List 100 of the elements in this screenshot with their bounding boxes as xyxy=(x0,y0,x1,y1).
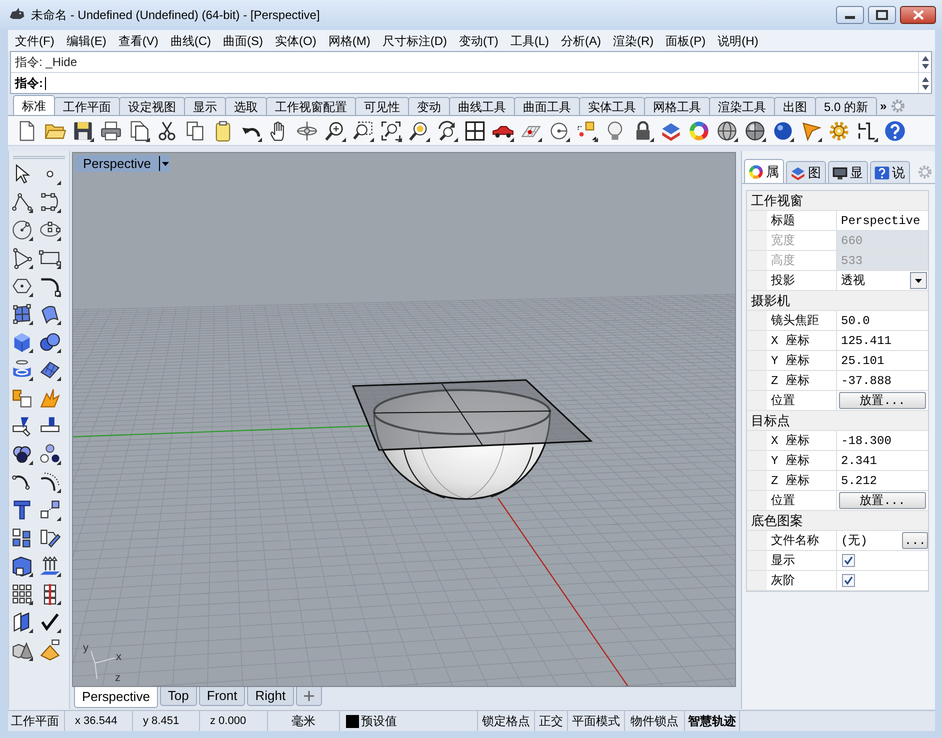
checkbox[interactable] xyxy=(842,554,855,567)
toolbar-tab[interactable]: 标准 xyxy=(13,95,55,115)
viewport-tab[interactable]: Perspective xyxy=(74,687,158,708)
magnifier-brackets-icon[interactable] xyxy=(380,120,402,142)
down-arrow-icon[interactable] xyxy=(922,64,928,68)
gear-icon[interactable] xyxy=(828,120,850,142)
triangle-points-icon[interactable] xyxy=(11,247,33,269)
menu-item[interactable]: 面板(P) xyxy=(666,32,706,50)
curved-surface-icon[interactable] xyxy=(39,303,61,325)
printer-icon[interactable] xyxy=(100,120,122,142)
checkbox[interactable] xyxy=(842,574,855,587)
panel-tab[interactable]: 属 xyxy=(744,159,784,183)
property-value[interactable]: 2.341 xyxy=(837,451,928,470)
circle-center-icon[interactable] xyxy=(11,219,33,241)
arrowhead-icon[interactable] xyxy=(800,120,822,142)
status-toggle[interactable]: 锁定格点 xyxy=(478,711,535,731)
menu-item[interactable]: 分析(A) xyxy=(561,32,601,50)
minimize-button[interactable] xyxy=(836,6,864,24)
pages-icon[interactable] xyxy=(128,120,150,142)
toolbar-tab[interactable]: 设定视图 xyxy=(119,97,185,115)
menu-item[interactable]: 变动(T) xyxy=(459,32,498,50)
property-value[interactable]: -37.888 xyxy=(837,371,928,390)
menu-item[interactable]: 编辑(E) xyxy=(66,32,106,50)
dot-grid-icon[interactable] xyxy=(11,583,33,605)
help-icon[interactable] xyxy=(884,120,906,142)
burst-icon[interactable] xyxy=(39,387,61,409)
mesh-patch-icon[interactable] xyxy=(39,359,61,381)
tilted-rectangle-icon[interactable] xyxy=(39,527,61,549)
toolbar-tab[interactable]: 变动 xyxy=(408,97,450,115)
panel-tab[interactable]: 说 xyxy=(870,161,910,183)
checkmark-icon[interactable] xyxy=(39,611,61,633)
toolbar-grip[interactable] xyxy=(13,156,65,159)
four-panes-icon[interactable] xyxy=(464,120,486,142)
control-point-curve-icon[interactable] xyxy=(39,191,61,213)
dropdown-arrow-icon[interactable] xyxy=(158,155,170,172)
close-button[interactable] xyxy=(900,6,936,24)
property-value[interactable]: -18.300 xyxy=(837,431,928,450)
cylinder-ring-icon[interactable] xyxy=(11,359,33,381)
menu-item[interactable]: 网格(M) xyxy=(328,32,370,50)
toolbar-tab[interactable]: 5.0 的新 xyxy=(815,97,878,115)
magnifier-arrow-icon[interactable] xyxy=(436,120,458,142)
offset-arc-icon[interactable] xyxy=(39,471,61,493)
spheres-icon[interactable] xyxy=(39,331,61,353)
property-value[interactable]: 5.212 xyxy=(837,471,928,490)
menu-item[interactable]: 尺寸标注(D) xyxy=(382,32,447,50)
shaded-sphere-icon[interactable] xyxy=(744,120,766,142)
status-toggle[interactable]: 正交 xyxy=(535,711,568,731)
menu-item[interactable]: 曲线(C) xyxy=(170,32,211,50)
property-value[interactable]: 125.411 xyxy=(837,331,928,350)
toolbar-tab[interactable]: 选取 xyxy=(225,97,267,115)
viewport-tab[interactable]: Right xyxy=(247,687,294,706)
status-toggle[interactable]: 智慧轨迹 xyxy=(685,711,740,731)
glossy-sphere-icon[interactable] xyxy=(772,120,794,142)
property-value[interactable]: (无) xyxy=(841,532,868,550)
magnifier-icon[interactable] xyxy=(408,120,430,142)
maximize-button[interactable] xyxy=(868,6,896,24)
up-arrow-icon[interactable] xyxy=(922,76,928,82)
pyramid-icon[interactable] xyxy=(39,639,61,661)
toolbar-tab[interactable]: 可见性 xyxy=(355,97,409,115)
down-arrow-icon[interactable] xyxy=(922,84,928,90)
solid-cube-icon[interactable] xyxy=(11,555,33,577)
bracket-lines-icon[interactable] xyxy=(856,120,878,142)
menu-item[interactable]: 曲面(S) xyxy=(223,32,263,50)
toolbar-tab[interactable]: 渲染工具 xyxy=(709,97,775,115)
menu-item[interactable]: 实体(O) xyxy=(275,32,316,50)
browse-button[interactable]: ... xyxy=(902,532,928,549)
viewport-tab[interactable]: Top xyxy=(160,687,197,706)
control-grid-icon[interactable] xyxy=(11,303,33,325)
zoom-in-icon[interactable] xyxy=(324,120,346,142)
menu-item[interactable]: 工具(L) xyxy=(510,32,549,50)
up-arrow-icon[interactable] xyxy=(922,56,928,60)
viewport-tab[interactable]: Front xyxy=(198,687,246,706)
panel-tab[interactable]: 显 xyxy=(828,161,868,183)
wireframe-sphere-icon[interactable] xyxy=(716,120,738,142)
wedge-on-bar-icon[interactable] xyxy=(11,415,33,437)
toolbar-tab[interactable]: 实体工具 xyxy=(579,97,645,115)
toolbar-tab[interactable]: 出图 xyxy=(774,97,816,115)
dropdown[interactable]: 透视 xyxy=(837,271,928,290)
cplane-button[interactable]: 工作平面 xyxy=(8,711,65,731)
ellipse-icon[interactable] xyxy=(39,219,61,241)
puzzle-icon[interactable] xyxy=(11,387,33,409)
place-button[interactable]: 放置... xyxy=(839,492,926,509)
add-tab-button[interactable] xyxy=(296,687,322,706)
squares-dotted-line-icon[interactable] xyxy=(39,499,61,521)
tabs-overflow-button[interactable]: » xyxy=(877,97,890,115)
status-toggle[interactable]: 物件锁点 xyxy=(625,711,685,731)
panels-icon[interactable] xyxy=(11,611,33,633)
toolbar-tab[interactable]: 工作平面 xyxy=(54,97,120,115)
toolbar-tab[interactable]: 网格工具 xyxy=(644,97,710,115)
toolbar-tab[interactable]: 曲线工具 xyxy=(449,97,515,115)
menu-item[interactable]: 查看(V) xyxy=(118,32,158,50)
copy-icon[interactable] xyxy=(184,120,206,142)
magnifier-dashed-box-icon[interactable] xyxy=(352,120,374,142)
toolbar-tab[interactable]: 显示 xyxy=(184,97,226,115)
toolbar-tab[interactable]: 曲面工具 xyxy=(514,97,580,115)
menu-item[interactable]: 文件(F) xyxy=(15,32,54,50)
menu-item[interactable]: 说明(H) xyxy=(718,32,758,50)
menu-item[interactable]: 渲染(R) xyxy=(613,32,654,50)
status-toggle[interactable]: 平面模式 xyxy=(568,711,625,731)
units-button[interactable]: 毫米 xyxy=(268,711,340,731)
